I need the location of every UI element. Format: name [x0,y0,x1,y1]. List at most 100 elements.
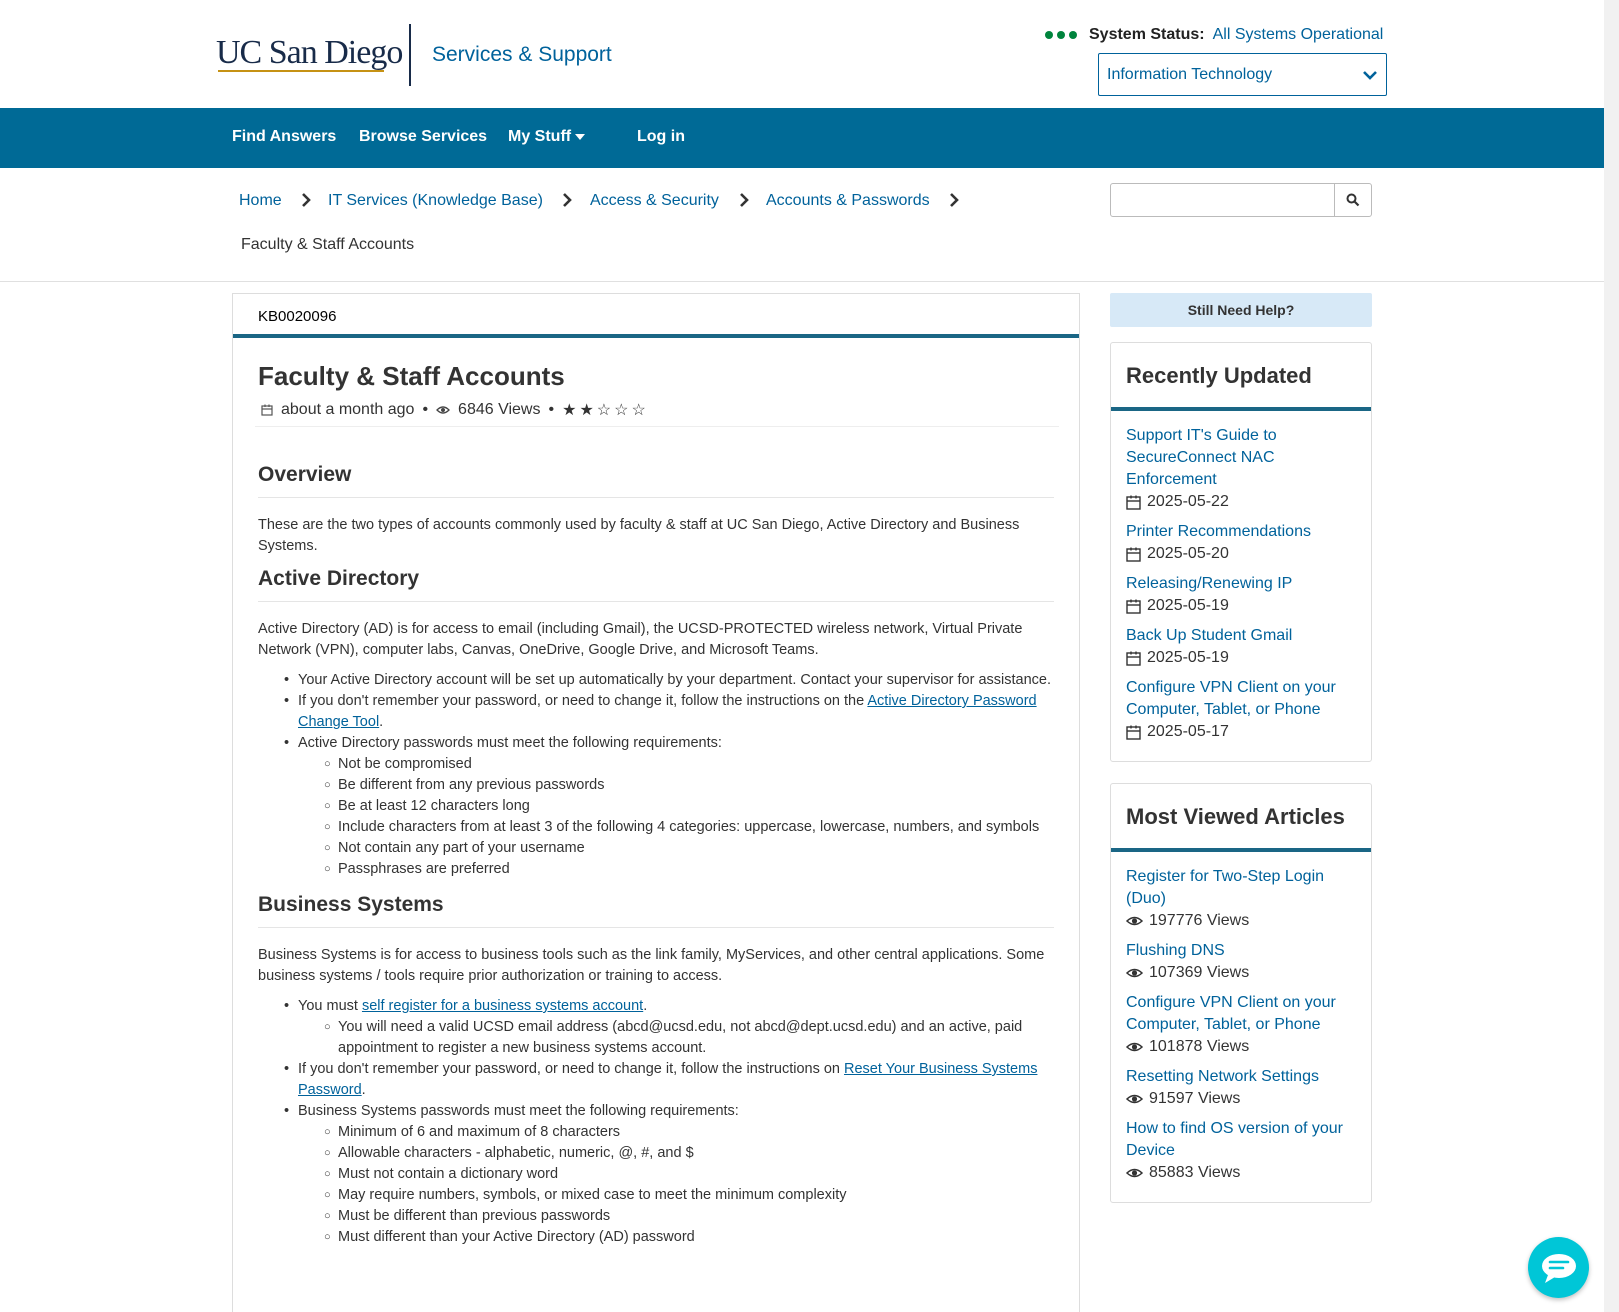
business-systems-text: Business Systems is for access to busine… [258,947,1045,984]
page-scrollbar[interactable] [1604,0,1619,1312]
calendar-icon [1126,495,1141,510]
chevron-down-icon [1363,70,1377,80]
breadcrumb-access-security[interactable]: Access & Security [590,192,719,210]
calendar-icon [1126,599,1141,614]
list-item: Register for Two-Step Login (Duo) 197776… [1126,866,1356,932]
list-item: If you don't remember your password, or … [284,1059,1054,1101]
list-item: Support IT's Guide to SecureConnect NAC … [1126,425,1356,513]
recent-article-link[interactable]: Back Up Student Gmail [1126,625,1356,647]
recent-article-date: 2025-05-19 [1147,649,1229,666]
recent-article-link[interactable]: Configure VPN Client on your Computer, T… [1126,677,1356,721]
eye-icon [1126,968,1143,978]
viewed-article-link[interactable]: Flushing DNS [1126,940,1356,962]
search-box [1110,183,1372,217]
active-directory-text: Active Directory (AD) is for access to e… [258,621,1023,658]
system-status: System Status: All Systems Operational [1045,26,1383,44]
active-directory-list: Your Active Directory account will be se… [258,670,1054,880]
chat-icon [1541,1253,1576,1283]
department-select-value: Information Technology [1107,65,1273,83]
breadcrumb-current: Faculty & Staff Accounts [241,236,415,253]
breadcrumb-accounts-passwords[interactable]: Accounts & Passwords [766,192,930,210]
nav-login[interactable]: Log in [637,128,685,146]
eye-icon [1126,1094,1143,1104]
list-item-text: Active Directory passwords must meet the… [298,735,722,751]
main-nav: Find Answers Browse Services My Stuff Lo… [0,108,1604,168]
recent-article-link[interactable]: Releasing/Renewing IP [1126,573,1356,595]
star-filled-icon[interactable]: ★ [562,402,579,419]
breadcrumb-home[interactable]: Home [239,192,282,210]
search-input[interactable] [1111,184,1335,216]
star-filled-icon[interactable]: ★ [579,402,596,419]
chevron-right-icon [950,193,959,207]
article-body: Overview These are the two types of acco… [258,462,1054,1260]
list-item-text: If you don't remember your password, or … [298,1061,845,1077]
calendar-icon [1126,725,1141,740]
list-item: Minimum of 6 and maximum of 8 characters [324,1122,1054,1143]
still-need-help-button[interactable]: Still Need Help? [1110,293,1372,327]
viewed-article-link[interactable]: Configure VPN Client on your Computer, T… [1126,992,1356,1036]
caret-down-icon [575,134,586,140]
star-rating[interactable]: ★★☆☆☆ [562,400,649,420]
nav-find-answers[interactable]: Find Answers [232,128,336,146]
eye-icon [436,406,450,414]
eye-icon [1126,916,1143,926]
list-item: Passphrases are preferred [324,859,1054,880]
recently-updated-title: Recently Updated [1126,363,1312,388]
list-item: You must self register for a business sy… [284,996,1054,1059]
site-header: UC San Diego Services & Support System S… [0,0,1604,108]
recent-article-link[interactable]: Support IT's Guide to SecureConnect NAC … [1126,425,1356,491]
recent-article-date: 2025-05-22 [1147,493,1229,510]
list-item-text: You must [298,998,362,1014]
site-title[interactable]: Services & Support [432,43,612,67]
status-label: System Status: [1089,26,1205,43]
calendar-icon [1126,547,1141,562]
overview-heading: Overview [258,462,1054,498]
status-dots-icon [1045,31,1077,39]
recent-article-date: 2025-05-20 [1147,545,1229,562]
business-systems-heading: Business Systems [258,892,1054,928]
recent-article-date: 2025-05-17 [1147,723,1229,740]
search-icon [1346,193,1360,207]
viewed-article-views: 107369 Views [1149,964,1250,981]
breadcrumb-it-services[interactable]: IT Services (Knowledge Base) [328,192,543,210]
viewed-article-link[interactable]: How to find OS version of your Device [1126,1118,1356,1162]
star-empty-icon[interactable]: ☆ [597,402,614,419]
meta-divider [255,426,1059,427]
active-directory-heading: Active Directory [258,566,1054,602]
header-divider [409,24,411,86]
nav-my-stuff[interactable]: My Stuff [508,128,586,146]
list-item: Business Systems passwords must meet the… [284,1101,1054,1248]
calendar-icon [261,404,273,416]
search-button[interactable] [1335,184,1371,216]
calendar-icon [1126,651,1141,666]
business-systems-list: You must self register for a business sy… [258,996,1054,1248]
self-register-link[interactable]: self register for a business systems acc… [362,998,643,1014]
department-select[interactable]: Information Technology [1098,53,1387,96]
star-empty-icon[interactable]: ☆ [631,402,648,419]
chat-button[interactable] [1528,1237,1589,1298]
list-item: Flushing DNS 107369 Views [1126,940,1356,984]
list-item: You will need a valid UCSD email address… [324,1017,1054,1059]
status-link[interactable]: All Systems Operational [1213,26,1384,44]
viewed-article-link[interactable]: Resetting Network Settings [1126,1066,1356,1088]
most-viewed-panel: Most Viewed Articles Register for Two-St… [1110,783,1372,1203]
star-empty-icon[interactable]: ☆ [614,402,631,419]
list-item: Must not contain a dictionary word [324,1164,1054,1185]
list-item: Resetting Network Settings 91597 Views [1126,1066,1356,1110]
viewed-article-views: 101878 Views [1149,1038,1250,1055]
eye-icon [1126,1042,1143,1052]
list-item: Must be different than previous password… [324,1206,1054,1227]
uc-san-diego-logo[interactable]: UC San Diego [216,34,403,72]
list-item: If you don't remember your password, or … [284,691,1054,733]
list-item: Configure VPN Client on your Computer, T… [1126,992,1356,1058]
viewed-article-link[interactable]: Register for Two-Step Login (Duo) [1126,866,1356,910]
list-item: Be at least 12 characters long [324,796,1054,817]
nav-browse-services[interactable]: Browse Services [359,128,487,146]
kb-underline [233,334,1079,338]
recent-article-date: 2025-05-19 [1147,597,1229,614]
list-item: Your Active Directory account will be se… [284,670,1054,691]
chevron-right-icon [740,193,749,207]
recent-article-link[interactable]: Printer Recommendations [1126,521,1356,543]
list-item: Releasing/Renewing IP 2025-05-19 [1126,573,1356,617]
article-panel: KB0020096 Faculty & Staff Accounts about… [232,293,1080,1312]
